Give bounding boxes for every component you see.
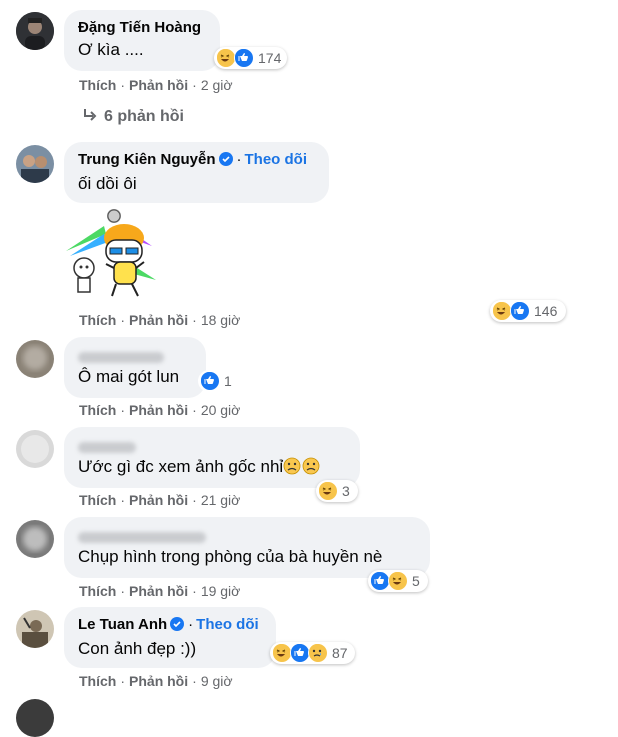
reaction-count: 174 [258, 50, 282, 66]
reaction-count: 146 [534, 303, 558, 319]
timestamp[interactable]: 21 giờ [201, 492, 241, 508]
comment-actions: Thích · Phản hồi · 9 giờ [79, 673, 233, 689]
avatar[interactable] [16, 145, 54, 183]
frown-emoji-icon [283, 457, 321, 481]
like-reaction-icon [370, 571, 390, 591]
like-link[interactable]: Thích [79, 673, 116, 689]
haha-reaction-icon [388, 571, 408, 591]
like-link[interactable]: Thích [79, 492, 116, 508]
comment-text: Chụp hình trong phòng của bà huyền nè [78, 547, 383, 566]
comment-bubble: Ô mai gót lun [64, 337, 206, 398]
reaction-summary[interactable]: 146 [490, 300, 566, 322]
commenter-name[interactable]: Đặng Tiến Hoàng [78, 18, 208, 37]
follow-link[interactable]: Theo dõi [245, 151, 308, 168]
reply-arrow-icon [82, 107, 98, 128]
reply-link[interactable]: Phản hồi [129, 77, 188, 93]
comment-text: Ước gì đc xem ảnh gốc nhỉ [78, 456, 348, 481]
reaction-count: 3 [342, 483, 350, 499]
comment-actions: Thích · Phản hồi · 2 giờ [79, 77, 233, 93]
sad-reaction-icon [308, 643, 328, 663]
haha-reaction-icon [216, 48, 236, 68]
reaction-count: 5 [412, 573, 420, 589]
avatar[interactable] [16, 340, 54, 378]
follow-link[interactable]: Theo dõi [196, 616, 259, 633]
replies-count: 6 phản hồi [104, 108, 184, 125]
haha-reaction-icon [492, 301, 512, 321]
timestamp[interactable]: 19 giờ [201, 583, 241, 599]
avatar[interactable] [16, 430, 54, 468]
comment-text: Ô mai gót lun [78, 367, 180, 386]
like-link[interactable]: Thích [79, 402, 116, 418]
reply-link[interactable]: Phản hồi [129, 402, 188, 418]
comment-text: Con ảnh đẹp :)) [78, 639, 197, 658]
commenter-name-blurred[interactable] [78, 435, 348, 454]
comment-actions: Thích · Phản hồi · 18 giờ [79, 312, 241, 328]
reaction-summary[interactable]: 3 [316, 480, 358, 502]
haha-reaction-icon [272, 643, 292, 663]
reaction-summary[interactable]: 174 [214, 47, 287, 69]
timestamp[interactable]: 9 giờ [201, 673, 233, 689]
avatar[interactable] [16, 520, 54, 558]
reply-link[interactable]: Phản hồi [129, 312, 188, 328]
reply-link[interactable]: Phản hồi [129, 492, 188, 508]
like-reaction-icon [290, 643, 310, 663]
like-reaction-icon [234, 48, 254, 68]
like-link[interactable]: Thích [79, 77, 116, 93]
commenter-name[interactable]: Trung Kiên Nguyễn [78, 151, 216, 168]
commenter-header: Le Tuan Anh · Theo dõi [78, 615, 264, 636]
comment-actions: Thích · Phản hồi · 19 giờ [79, 583, 241, 599]
verified-badge-icon [170, 617, 185, 636]
reaction-count: 87 [332, 645, 348, 661]
timestamp[interactable]: 20 giờ [201, 402, 241, 418]
reaction-summary[interactable]: 87 [270, 642, 355, 664]
comment-bubble: Trung Kiên Nguyễn · Theo dõi ối dồi ôi [64, 142, 329, 203]
reaction-summary[interactable]: 5 [368, 570, 428, 592]
commenter-name[interactable]: Le Tuan Anh [78, 616, 167, 633]
comment-bubble: Le Tuan Anh · Theo dõi Con ảnh đẹp :)) [64, 607, 276, 668]
haha-reaction-icon [318, 481, 338, 501]
timestamp[interactable]: 2 giờ [201, 77, 233, 93]
timestamp[interactable]: 18 giờ [201, 312, 241, 328]
commenter-name-blurred[interactable] [78, 525, 418, 544]
comment-actions: Thích · Phản hồi · 21 giờ [79, 492, 241, 508]
commenter-name-blurred[interactable] [78, 345, 194, 364]
reaction-count: 1 [224, 373, 232, 389]
like-link[interactable]: Thích [79, 583, 116, 599]
comment-actions: Thích · Phản hồi · 20 giờ [79, 402, 241, 418]
like-reaction-icon [510, 301, 530, 321]
reply-link[interactable]: Phản hồi [129, 673, 188, 689]
view-replies-link[interactable]: 6 phản hồi [82, 107, 184, 128]
comment-bubble: Đặng Tiến Hoàng Ơ kìa .... [64, 10, 220, 71]
sticker-image[interactable] [64, 206, 166, 302]
like-reaction-icon [200, 371, 220, 391]
comment-bubble: Chụp hình trong phòng của bà huyền nè [64, 517, 430, 578]
comment-bubble: Ước gì đc xem ảnh gốc nhỉ [64, 427, 360, 488]
reply-link[interactable]: Phản hồi [129, 583, 188, 599]
comment-text: Ơ kìa .... [78, 40, 144, 59]
avatar[interactable] [16, 12, 54, 50]
comment-text: ối dồi ôi [78, 174, 137, 193]
verified-badge-icon [218, 152, 233, 171]
reaction-summary[interactable]: 1 [198, 370, 240, 392]
like-link[interactable]: Thích [79, 312, 116, 328]
commenter-header: Trung Kiên Nguyễn · Theo dõi [78, 150, 317, 171]
avatar[interactable] [16, 610, 54, 648]
